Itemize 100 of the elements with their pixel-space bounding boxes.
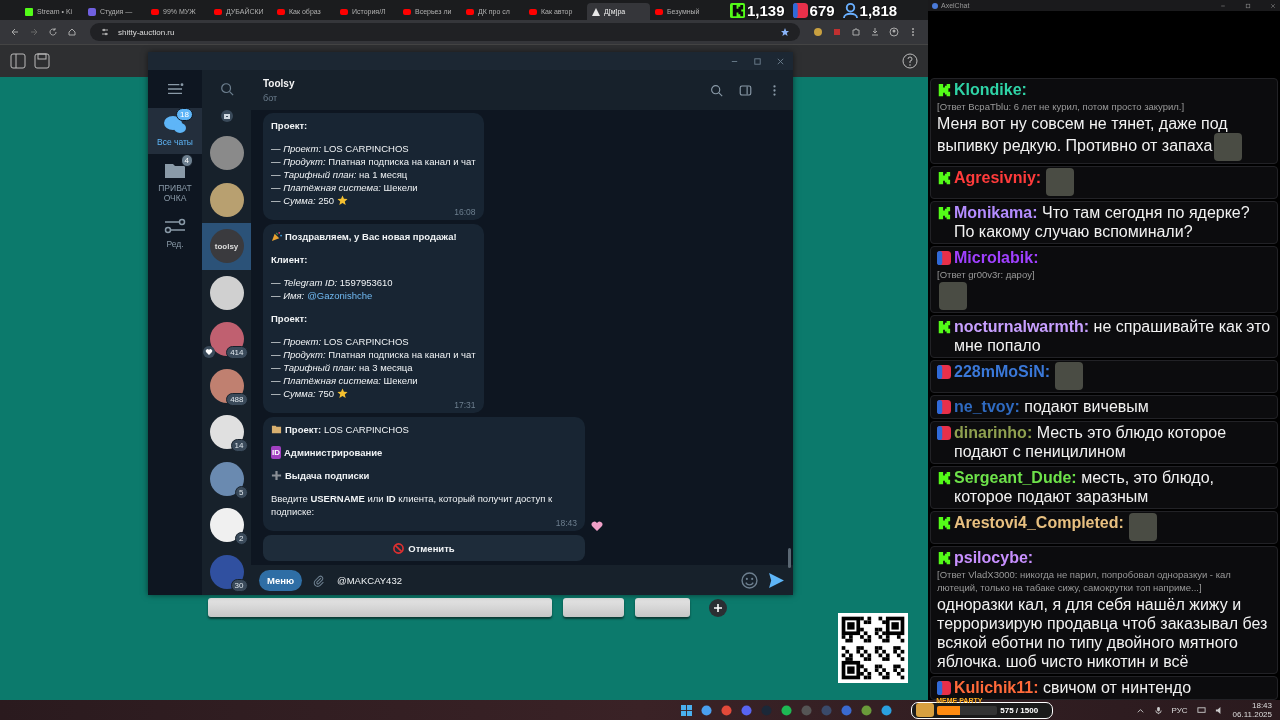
- kick-logo-icon: [937, 516, 951, 530]
- send-icon[interactable]: [768, 571, 785, 589]
- taskbar-app-icon[interactable]: [741, 704, 753, 716]
- message-input[interactable]: @MAKCAY432: [335, 573, 731, 587]
- chat-message-text: ne_tvoy: подают вичевым: [954, 397, 1150, 416]
- emoji-icon[interactable]: [741, 571, 758, 589]
- chat-list-item[interactable]: 2: [202, 502, 251, 549]
- chat-message-text: nocturnalwarmth: не спрашивайте как это мне попало: [954, 317, 1271, 355]
- taskbar-app-icon[interactable]: [781, 704, 793, 716]
- cancel-button[interactable]: Отменить: [263, 535, 585, 561]
- id-badge: ID: [271, 446, 281, 459]
- close-icon[interactable]: [1270, 2, 1276, 9]
- chat-list-item[interactable]: 414: [202, 316, 251, 363]
- taskbar-app-icon[interactable]: [701, 704, 713, 716]
- input-field[interactable]: [635, 598, 690, 617]
- live-badge-icon: [937, 681, 951, 695]
- tab-favicon-icon: [25, 7, 33, 16]
- download-icon[interactable]: [870, 27, 880, 37]
- taskbar-app-icon[interactable]: [721, 704, 733, 716]
- save-icon[interactable]: [34, 53, 50, 69]
- unread-badge: 18: [176, 108, 193, 121]
- tab-favicon-icon: [340, 7, 348, 16]
- paperclip-icon[interactable]: [312, 573, 326, 587]
- bookmark-star-icon[interactable]: [780, 27, 790, 37]
- tab-favicon-icon: [88, 7, 96, 16]
- add-button[interactable]: [709, 598, 727, 617]
- chat-username: Arestovi4_Completed:: [954, 513, 1124, 532]
- avatar-photo: [209, 461, 244, 496]
- message-time: 18:43: [555, 518, 577, 528]
- username-link[interactable]: @Gazonishche: [307, 290, 373, 301]
- message-text: — Сумма: 250: [271, 194, 335, 207]
- stream-stat-count: 1,139: [747, 1, 785, 19]
- archive-icon[interactable]: [220, 110, 233, 122]
- windows-start-icon[interactable]: [681, 704, 693, 716]
- message-composer[interactable]: Меню @MAKCAY432: [251, 565, 793, 595]
- microphone-icon[interactable]: [1153, 705, 1163, 715]
- app-icon: [932, 2, 938, 9]
- address-bar[interactable]: shitty-auction.ru: [90, 23, 800, 41]
- chat-username: Klondike:: [954, 80, 1027, 99]
- profile-icon[interactable]: [889, 27, 899, 37]
- chat-list-item[interactable]: 488: [202, 362, 251, 409]
- taskbar-app-icon[interactable]: [881, 704, 893, 716]
- folder-tab[interactable]: 4 ПРИВАТ ОЧКА: [148, 153, 202, 210]
- scrollbar[interactable]: [788, 548, 791, 568]
- clock-date[interactable]: 06.11.2025: [1232, 710, 1272, 719]
- folder-tab[interactable]: 18 Все чаты: [148, 108, 202, 154]
- site-info-icon[interactable]: [100, 27, 110, 37]
- star-icon: [337, 388, 349, 399]
- taskbar-app-icon[interactable]: [861, 704, 873, 716]
- menu-icon[interactable]: [166, 82, 184, 96]
- back-icon[interactable]: [10, 27, 20, 37]
- chat-list-item[interactable]: 30: [202, 548, 251, 595]
- close-icon[interactable]: [776, 56, 785, 66]
- chat-list-item[interactable]: 5: [202, 455, 251, 502]
- stream-stat-count: 1,818: [859, 1, 898, 19]
- message-text: Проект:: [271, 312, 308, 325]
- sidebar-icon[interactable]: [10, 53, 26, 69]
- tab-favicon-icon: [151, 7, 159, 16]
- tab-favicon-icon: [277, 7, 285, 16]
- home-icon[interactable]: [67, 27, 77, 37]
- maximize-icon[interactable]: [1245, 2, 1251, 9]
- message-text: Проект:: [271, 119, 308, 132]
- message-text: — Платёжная система: Шекели: [271, 374, 418, 387]
- kick-logo-icon: [937, 551, 951, 565]
- menu-button[interactable]: Меню: [259, 569, 303, 591]
- chat-subtitle: бот: [263, 92, 279, 103]
- avatar-photo: [209, 182, 244, 217]
- monitor-icon[interactable]: [1196, 705, 1206, 715]
- chat-title: Toolsy: [263, 77, 296, 89]
- sidebar-icon[interactable]: [739, 83, 752, 97]
- search-icon[interactable]: [710, 83, 723, 97]
- avatar-photo: [209, 136, 244, 171]
- kick-logo-icon: [730, 2, 745, 18]
- plus-icon: [271, 470, 282, 481]
- chat-username: Microlabik:: [954, 248, 1039, 267]
- message-text: — Тарифный план: на 1 месяц: [271, 168, 408, 181]
- chat-message-text: Меня вот ну совсем не тянет, даже под выпивку редкую. Противно от запаха: [937, 115, 1228, 155]
- input-field[interactable]: [208, 598, 552, 617]
- help-icon[interactable]: [902, 53, 918, 69]
- input-field[interactable]: [563, 598, 624, 617]
- message-text: — Проект: LOS CARPINCHOS: [271, 142, 409, 155]
- message-text: — Сумма: 750: [271, 387, 335, 400]
- tab-favicon-icon: [592, 7, 600, 16]
- tab-favicon-icon: [655, 7, 663, 16]
- message-text: Введите USERNAME или ID клиента, который получит доступ к подписке:: [271, 492, 554, 518]
- no-entry-icon: [393, 542, 405, 554]
- chat-list-item[interactable]: toolsy: [202, 223, 251, 270]
- avatar-photo: [209, 368, 244, 403]
- reload-icon[interactable]: [48, 27, 58, 37]
- chat-list-item[interactable]: 14: [202, 409, 251, 456]
- clock-time[interactable]: 18:43: [1252, 701, 1272, 710]
- chat-message-text: Sergeant_Dude: месть, это блюдо, которое подают заразным: [954, 468, 1215, 506]
- message-text: — Платёжная система: Шекели: [271, 181, 418, 194]
- taskbar-app-icon[interactable]: [841, 704, 853, 716]
- search-icon[interactable]: [219, 82, 234, 96]
- tab-favicon-icon: [466, 7, 474, 16]
- message-text: Поздравляем, у Вас новая продажа!: [285, 230, 457, 243]
- person-icon: [842, 2, 858, 18]
- folder-tab[interactable]: Ред.: [148, 209, 202, 256]
- language-indicator[interactable]: РУС: [1171, 705, 1188, 715]
